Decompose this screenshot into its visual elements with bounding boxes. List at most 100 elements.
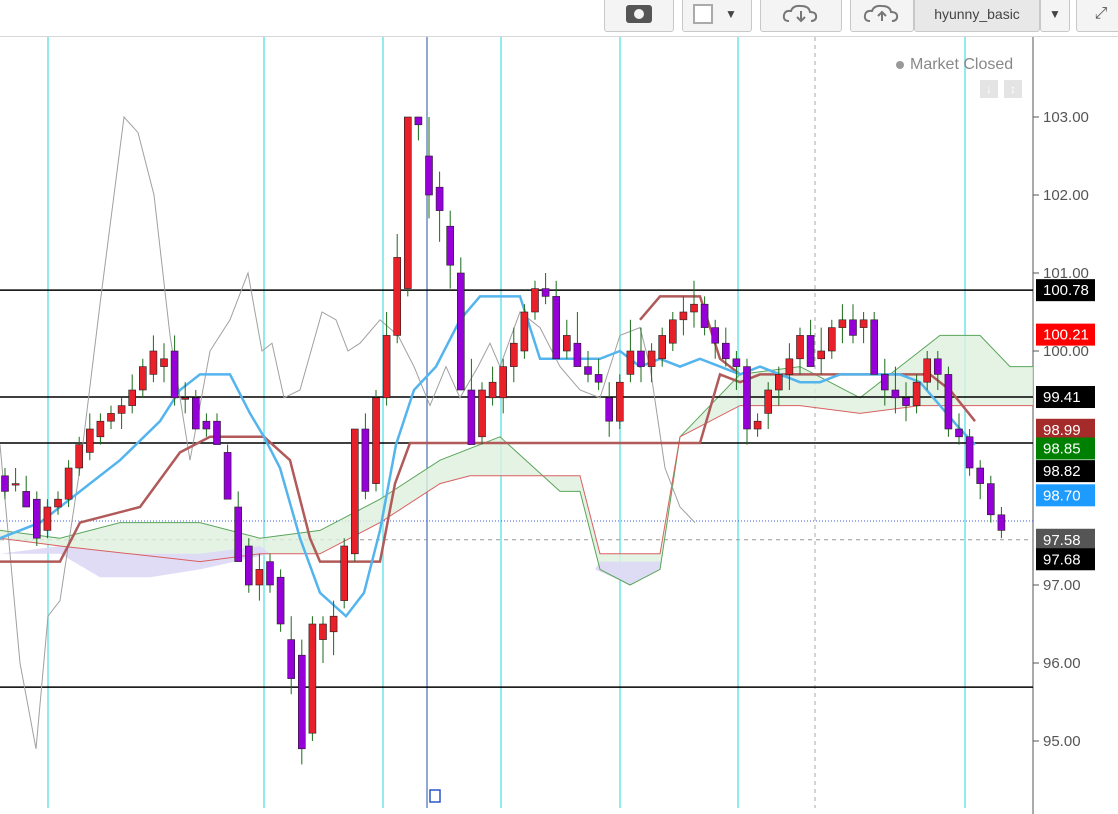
candle-body [32, 498, 41, 539]
candle-body [594, 374, 603, 383]
candle-body [425, 155, 433, 196]
candle-body [467, 389, 476, 445]
price-label: 98.99 [1043, 422, 1081, 439]
candle-body [774, 374, 783, 391]
candle-body [435, 186, 444, 211]
candle-body [128, 389, 136, 406]
price-label: 98.85 [1043, 441, 1081, 458]
candle-body [361, 428, 370, 492]
y-tick-label: 96.00 [1043, 655, 1081, 672]
candle-body [785, 358, 794, 375]
candle-body [499, 366, 508, 399]
candle-body [107, 413, 115, 422]
candle-body [414, 116, 423, 126]
candle-body [509, 342, 518, 367]
candle-body [573, 342, 582, 367]
candle-body [955, 428, 963, 438]
candle-body [827, 327, 836, 352]
price-label: 100.21 [1043, 327, 1089, 344]
candle-body [976, 467, 985, 484]
candle-body [520, 311, 529, 352]
candle-body [297, 654, 306, 750]
candle-body [22, 491, 31, 508]
arrows-vertical-icon: ↕ [1010, 82, 1016, 96]
price-chart[interactable]: 103.00102.00101.00100.0097.0096.0095.001… [0, 0, 1118, 814]
market-status-text: Market Closed [910, 56, 1014, 73]
candle-body [276, 576, 285, 625]
candle-body [234, 506, 242, 562]
candle-body [403, 116, 412, 289]
candle-body [806, 335, 815, 367]
candle-body [552, 296, 561, 360]
candle-body [944, 374, 953, 430]
candle-body [382, 335, 391, 399]
candle-body [1, 475, 9, 492]
expand-vertical-button[interactable]: ↕ [1004, 80, 1022, 98]
candle-body [456, 272, 465, 391]
candle-body [54, 498, 62, 508]
candle-body [329, 615, 338, 633]
candle-body [668, 319, 677, 344]
price-label: 98.82 [1043, 463, 1081, 480]
candle-body [637, 350, 645, 367]
candle-body [266, 561, 274, 586]
candle-body [732, 358, 741, 367]
y-tick-label: 97.00 [1043, 577, 1081, 594]
candle-body [986, 483, 995, 516]
candle-body [202, 420, 211, 430]
candle-body [319, 623, 327, 640]
candle-body [796, 335, 804, 360]
candle-body [170, 350, 179, 399]
y-tick-label: 102.00 [1043, 187, 1089, 204]
candle-body [562, 335, 571, 352]
candle-body [721, 342, 730, 360]
candle-body [647, 350, 656, 367]
candle-body [181, 397, 189, 400]
arrow-down-icon: ↓ [986, 82, 992, 96]
candle-body [626, 350, 635, 375]
candle-body [912, 381, 921, 406]
candle-body [287, 639, 296, 679]
candle-body [838, 319, 847, 328]
scroll-down-button[interactable]: ↓ [980, 80, 998, 98]
candle-body [75, 444, 83, 469]
candle-body [584, 366, 592, 375]
candle-body [859, 319, 868, 328]
price-label: 97.58 [1043, 532, 1081, 549]
candle-body [160, 358, 168, 367]
candle-body [245, 545, 253, 586]
price-label: 100.78 [1043, 282, 1089, 299]
candle-body [96, 420, 105, 438]
candle-body [255, 569, 264, 586]
candle-body [933, 358, 942, 375]
y-tick-label: 103.00 [1043, 109, 1089, 126]
candle-body [43, 506, 52, 531]
candle-body [117, 405, 126, 414]
candle-body [340, 545, 349, 601]
candle-body [679, 311, 688, 321]
candle-body [658, 335, 667, 360]
candle-body [372, 397, 380, 484]
candle-body [817, 350, 826, 360]
candle-body [997, 514, 1006, 531]
candle-body [880, 374, 889, 391]
price-label: 97.68 [1043, 551, 1081, 568]
candle-body [149, 350, 158, 375]
candle-body [223, 452, 232, 500]
candle-body [764, 389, 773, 414]
candle-body [531, 288, 539, 313]
candle-body [923, 358, 932, 383]
candle-body [891, 389, 900, 399]
candle-body [11, 483, 20, 486]
candle-body [711, 327, 720, 344]
candle-body [870, 319, 879, 375]
candle-body [849, 319, 857, 336]
market-status: Market Closed [896, 56, 1013, 74]
price-label: 98.70 [1043, 487, 1081, 504]
candle-body [902, 397, 910, 406]
candle-body [488, 381, 497, 399]
candle-body [308, 623, 317, 734]
price-label: 99.41 [1043, 389, 1081, 406]
candle-body [615, 381, 624, 422]
candle-body [478, 389, 486, 438]
